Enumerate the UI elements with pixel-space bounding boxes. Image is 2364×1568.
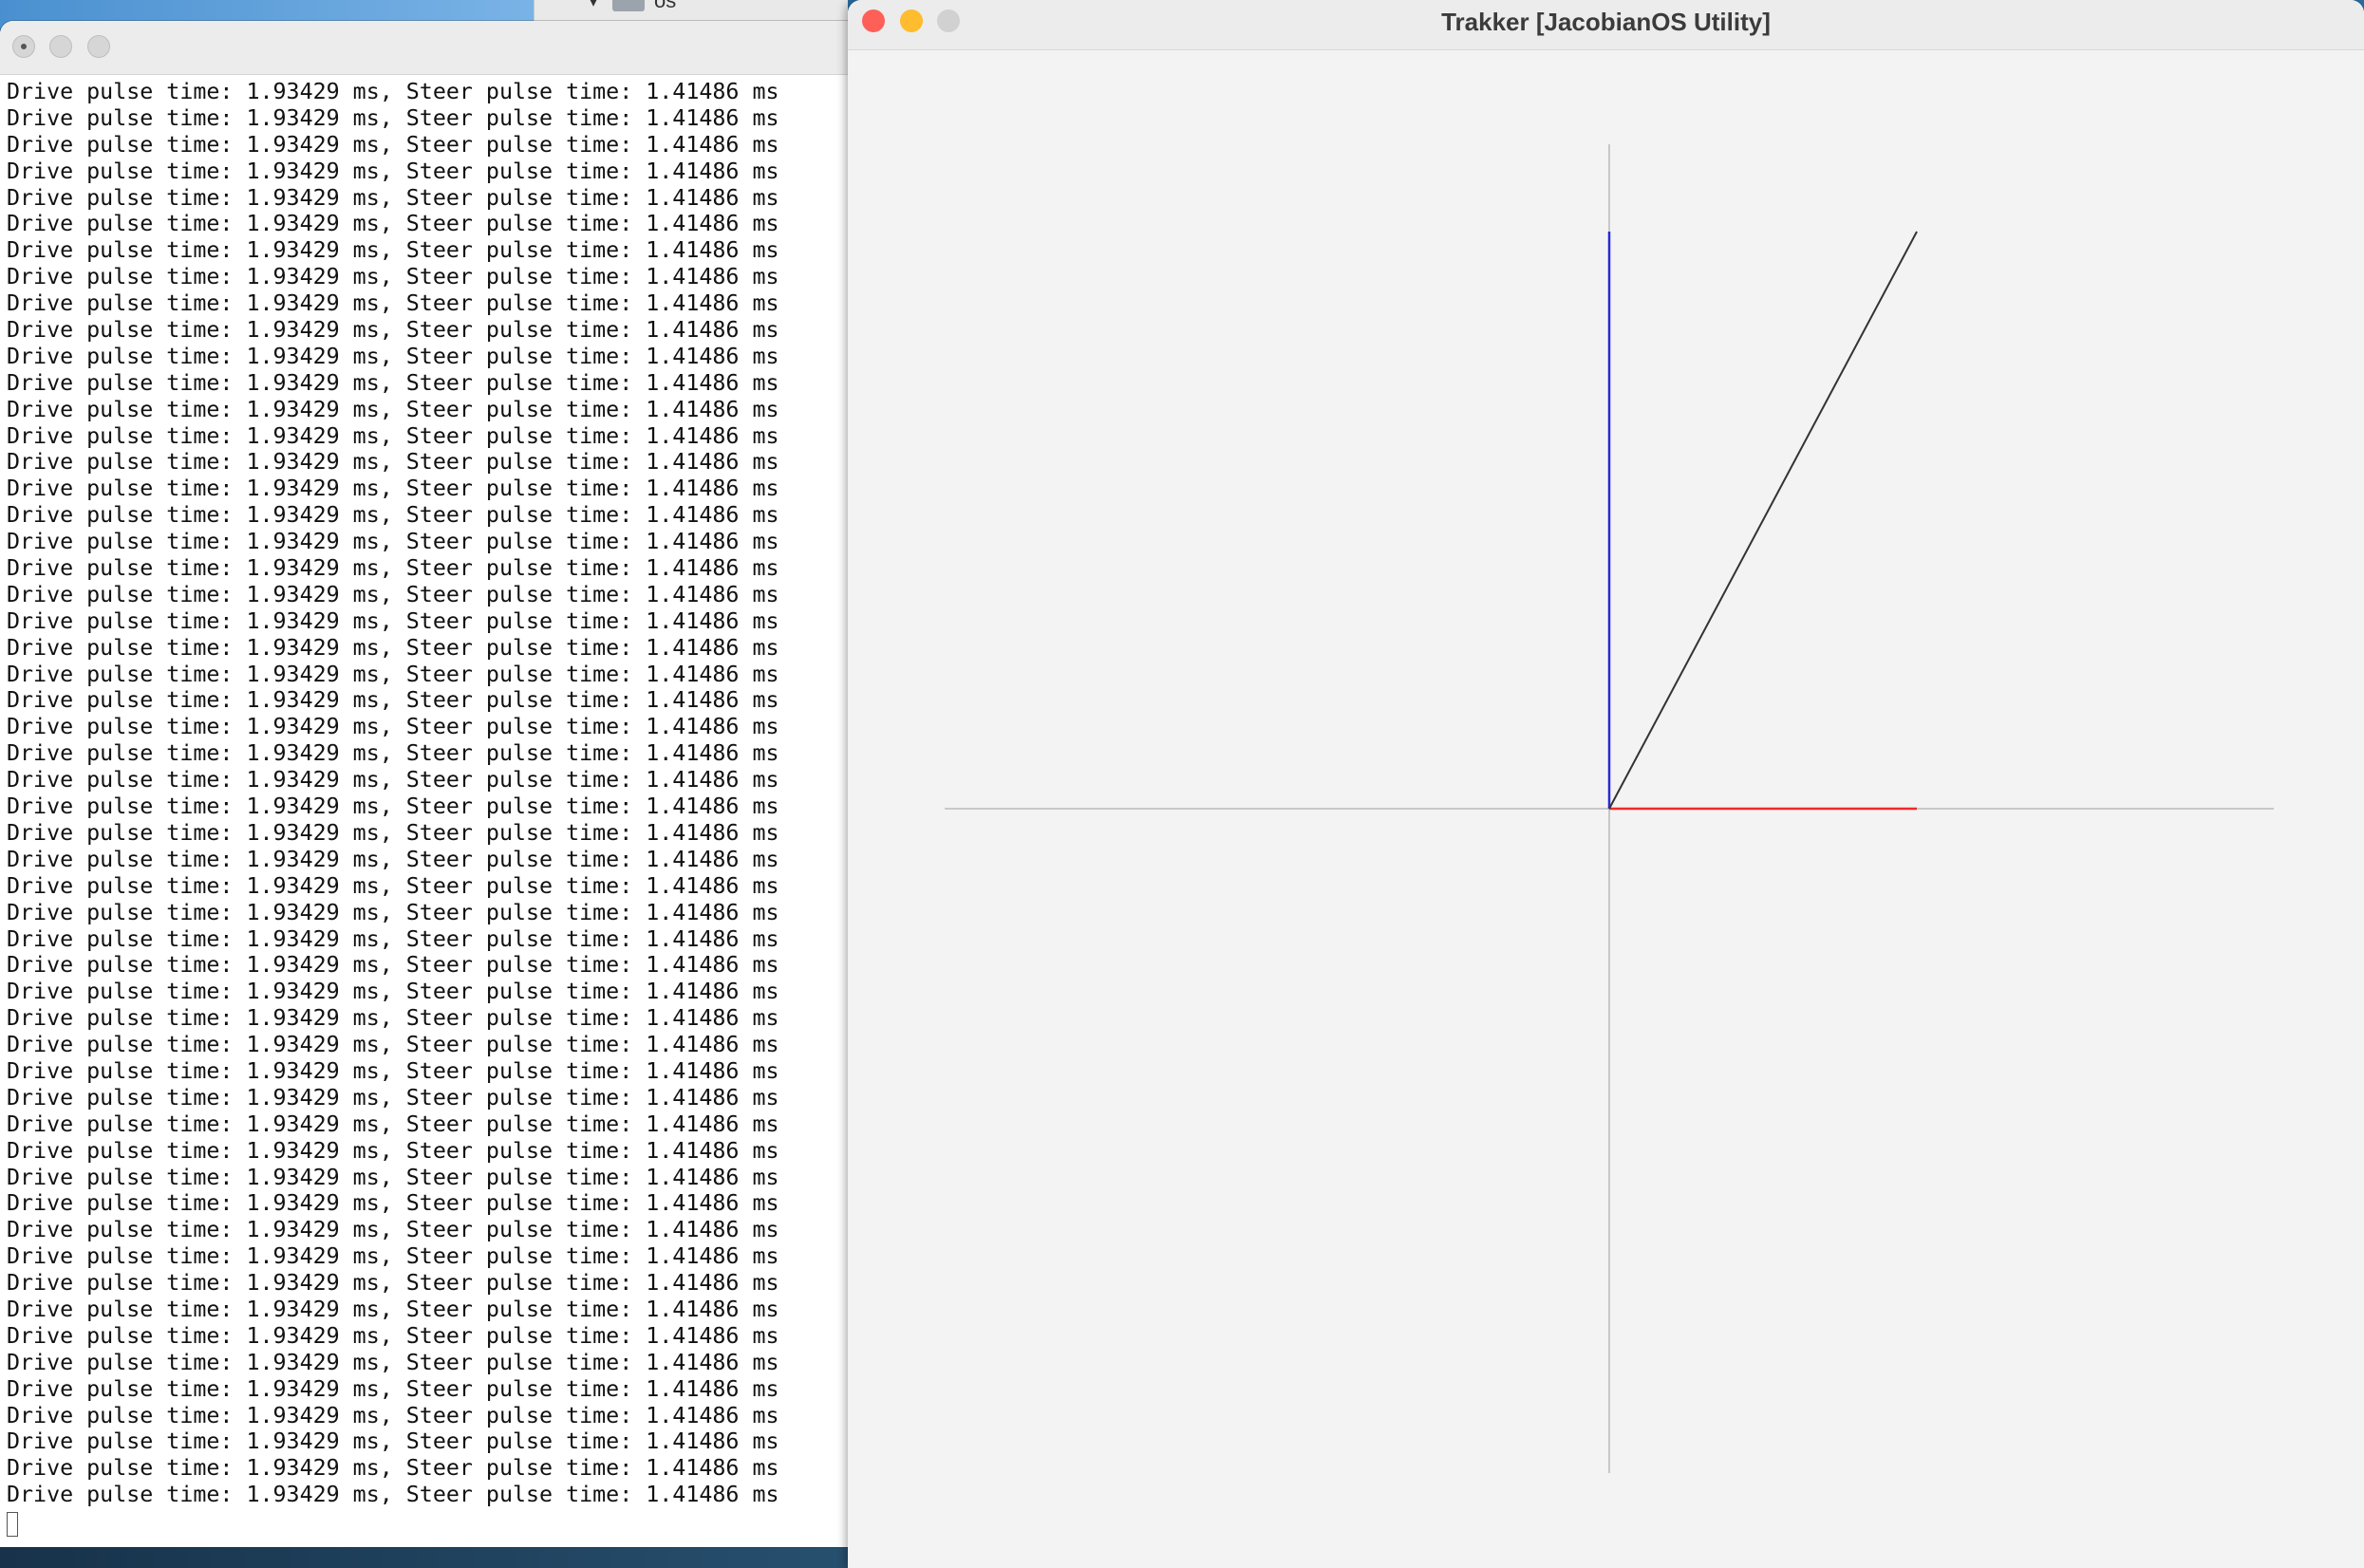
terminal-line: Drive pulse time: 1.93429 ms, Steer puls… bbox=[7, 1084, 779, 1111]
terminal-line: Drive pulse time: 1.93429 ms, Steer puls… bbox=[7, 396, 779, 422]
terminal-line: Drive pulse time: 1.93429 ms, Steer puls… bbox=[7, 237, 779, 264]
terminal-line: Drive pulse time: 1.93429 ms, Steer puls… bbox=[7, 158, 779, 184]
terminal-line: Drive pulse time: 1.93429 ms, Steer puls… bbox=[7, 767, 779, 793]
terminal-line: Drive pulse time: 1.93429 ms, Steer puls… bbox=[7, 1402, 779, 1428]
terminal-line: Drive pulse time: 1.93429 ms, Steer puls… bbox=[7, 952, 779, 979]
close-button[interactable] bbox=[12, 35, 35, 58]
trakker-window[interactable]: Trakker [JacobianOS Utility] bbox=[848, 0, 2364, 1568]
terminal-line: Drive pulse time: 1.93429 ms, Steer puls… bbox=[7, 740, 779, 767]
terminal-output[interactable]: Drive pulse time: 1.93429 ms, Steer puls… bbox=[0, 75, 859, 1543]
terminal-line: Drive pulse time: 1.93429 ms, Steer puls… bbox=[7, 1270, 779, 1297]
terminal-line: Drive pulse time: 1.93429 ms, Steer puls… bbox=[7, 1217, 779, 1243]
finder-window-strip: ▾ os bbox=[534, 0, 848, 21]
terminal-line: Drive pulse time: 1.93429 ms, Steer puls… bbox=[7, 687, 779, 714]
terminal-line: Drive pulse time: 1.93429 ms, Steer puls… bbox=[7, 1243, 779, 1270]
terminal-line: Drive pulse time: 1.93429 ms, Steer puls… bbox=[7, 317, 779, 344]
terminal-line: Drive pulse time: 1.93429 ms, Steer puls… bbox=[7, 872, 779, 899]
terminal-line: Drive pulse time: 1.93429 ms, Steer puls… bbox=[7, 1005, 779, 1032]
vector-plot bbox=[945, 144, 2274, 1473]
terminal-line: Drive pulse time: 1.93429 ms, Steer puls… bbox=[7, 1190, 779, 1217]
terminal-line: Drive pulse time: 1.93429 ms, Steer puls… bbox=[7, 422, 779, 449]
diagonal-vector bbox=[1608, 231, 1918, 810]
terminal-line: Drive pulse time: 1.93429 ms, Steer puls… bbox=[7, 819, 779, 846]
terminal-line: Drive pulse time: 1.93429 ms, Steer puls… bbox=[7, 581, 779, 607]
terminal-line: Drive pulse time: 1.93429 ms, Steer puls… bbox=[7, 555, 779, 582]
terminal-line: Drive pulse time: 1.93429 ms, Steer puls… bbox=[7, 1296, 779, 1322]
minimize-button[interactable] bbox=[49, 35, 72, 58]
terminal-line: Drive pulse time: 1.93429 ms, Steer puls… bbox=[7, 661, 779, 687]
terminal-line: Drive pulse time: 1.93429 ms, Steer puls… bbox=[7, 1428, 779, 1455]
terminal-line: Drive pulse time: 1.93429 ms, Steer puls… bbox=[7, 607, 779, 634]
terminal-line: Drive pulse time: 1.93429 ms, Steer puls… bbox=[7, 846, 779, 872]
terminal-window[interactable]: Drive pulse time: 1.93429 ms, Steer puls… bbox=[0, 21, 859, 1547]
terminal-titlebar[interactable] bbox=[0, 21, 859, 75]
terminal-line: Drive pulse time: 1.93429 ms, Steer puls… bbox=[7, 1322, 779, 1349]
terminal-cursor bbox=[7, 1512, 18, 1538]
terminal-line: Drive pulse time: 1.93429 ms, Steer puls… bbox=[7, 211, 779, 237]
terminal-line: Drive pulse time: 1.93429 ms, Steer puls… bbox=[7, 1482, 779, 1508]
terminal-line: Drive pulse time: 1.93429 ms, Steer puls… bbox=[7, 1137, 779, 1164]
terminal-line: Drive pulse time: 1.93429 ms, Steer puls… bbox=[7, 104, 779, 131]
terminal-line: Drive pulse time: 1.93429 ms, Steer puls… bbox=[7, 1032, 779, 1058]
terminal-line: Drive pulse time: 1.93429 ms, Steer puls… bbox=[7, 1111, 779, 1137]
terminal-line: Drive pulse time: 1.93429 ms, Steer puls… bbox=[7, 502, 779, 529]
terminal-line: Drive pulse time: 1.93429 ms, Steer puls… bbox=[7, 449, 779, 476]
terminal-line: Drive pulse time: 1.93429 ms, Steer puls… bbox=[7, 184, 779, 211]
desktop-background-bottom bbox=[0, 1545, 854, 1568]
terminal-line: Drive pulse time: 1.93429 ms, Steer puls… bbox=[7, 899, 779, 925]
disclosure-triangle-icon[interactable]: ▾ bbox=[590, 0, 597, 11]
terminal-line: Drive pulse time: 1.93429 ms, Steer puls… bbox=[7, 290, 779, 317]
zoom-button[interactable] bbox=[87, 35, 110, 58]
terminal-line: Drive pulse time: 1.93429 ms, Steer puls… bbox=[7, 529, 779, 555]
terminal-line: Drive pulse time: 1.93429 ms, Steer puls… bbox=[7, 476, 779, 502]
terminal-line: Drive pulse time: 1.93429 ms, Steer puls… bbox=[7, 1375, 779, 1402]
terminal-line: Drive pulse time: 1.93429 ms, Steer puls… bbox=[7, 634, 779, 661]
terminal-line: Drive pulse time: 1.93429 ms, Steer puls… bbox=[7, 79, 779, 104]
folder-icon bbox=[612, 0, 645, 11]
terminal-line: Drive pulse time: 1.93429 ms, Steer puls… bbox=[7, 264, 779, 290]
folder-label[interactable]: os bbox=[654, 0, 676, 13]
window-title: Trakker [JacobianOS Utility] bbox=[1441, 8, 1771, 36]
terminal-line: Drive pulse time: 1.93429 ms, Steer puls… bbox=[7, 369, 779, 396]
terminal-line: Drive pulse time: 1.93429 ms, Steer puls… bbox=[7, 714, 779, 740]
terminal-line: Drive pulse time: 1.93429 ms, Steer puls… bbox=[7, 793, 779, 820]
terminal-line: Drive pulse time: 1.93429 ms, Steer puls… bbox=[7, 343, 779, 369]
terminal-line: Drive pulse time: 1.93429 ms, Steer puls… bbox=[7, 131, 779, 158]
terminal-line: Drive pulse time: 1.93429 ms, Steer puls… bbox=[7, 925, 779, 952]
terminal-line: Drive pulse time: 1.93429 ms, Steer puls… bbox=[7, 1349, 779, 1375]
terminal-line: Drive pulse time: 1.93429 ms, Steer puls… bbox=[7, 1057, 779, 1084]
terminal-line: Drive pulse time: 1.93429 ms, Steer puls… bbox=[7, 979, 779, 1005]
terminal-line: Drive pulse time: 1.93429 ms, Steer puls… bbox=[7, 1164, 779, 1190]
trakker-titlebar[interactable]: Trakker [JacobianOS Utility] bbox=[848, 0, 2364, 50]
terminal-line: Drive pulse time: 1.93429 ms, Steer puls… bbox=[7, 1455, 779, 1482]
